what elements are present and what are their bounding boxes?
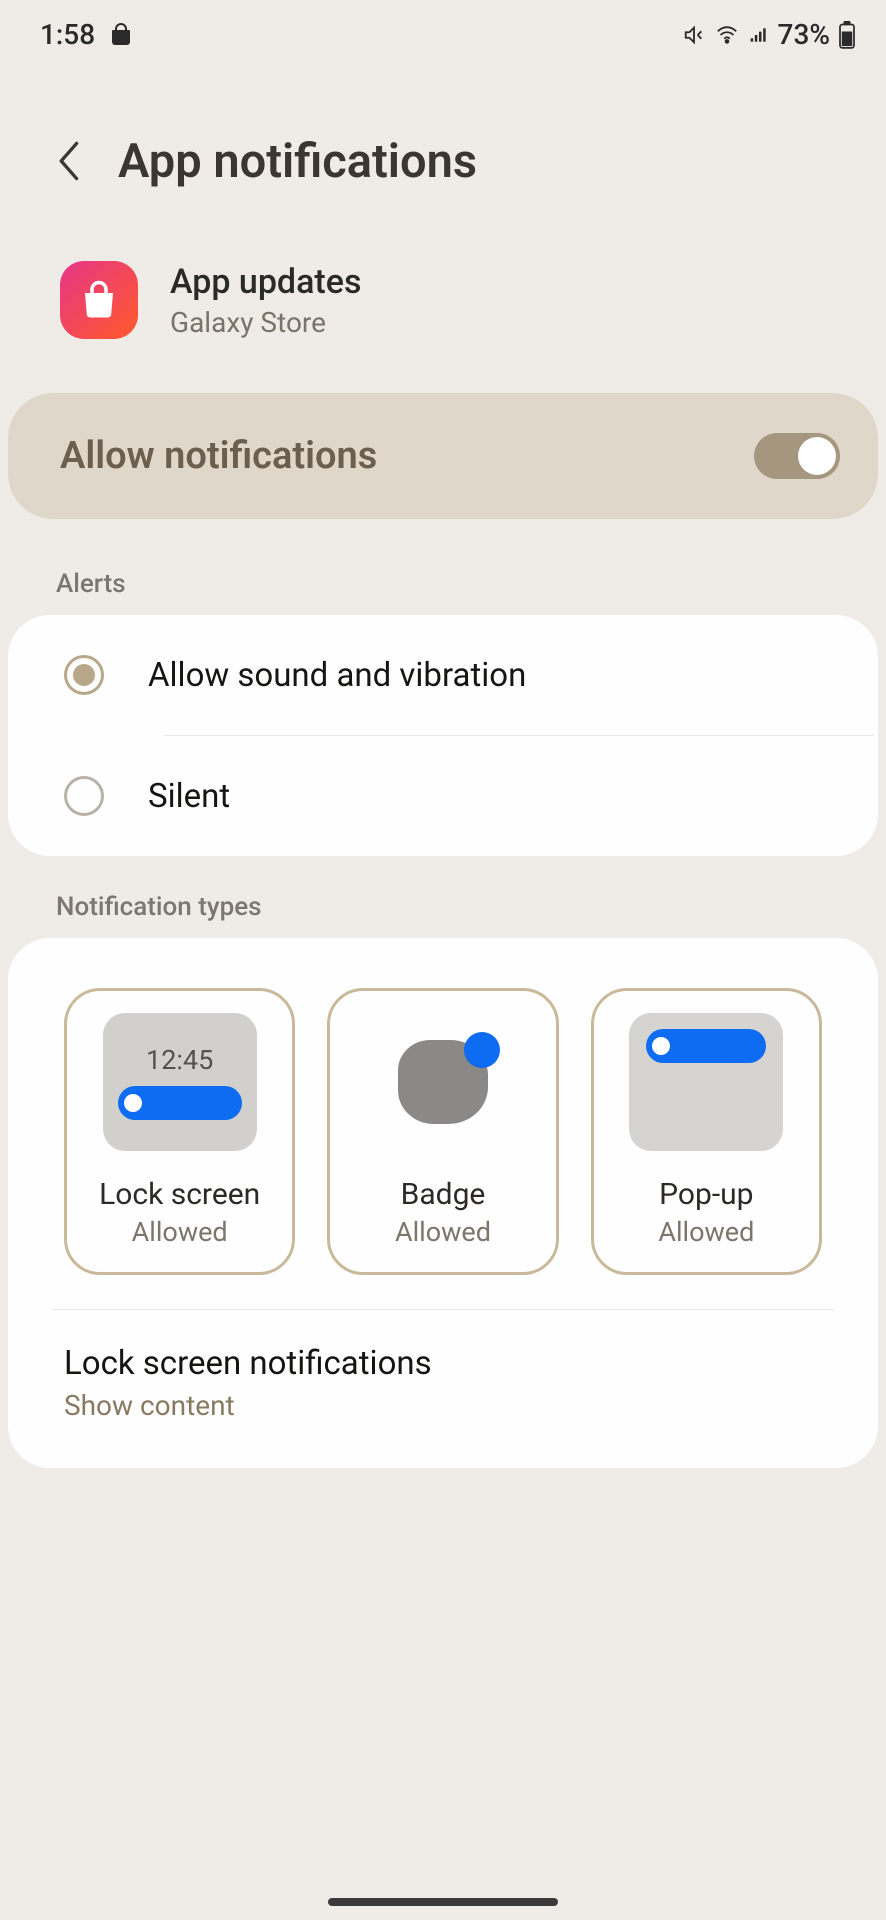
type-popup-title: Pop-up <box>659 1177 753 1212</box>
app-info-row[interactable]: App updates Galaxy Store <box>0 231 886 379</box>
allow-notifications-label: Allow notifications <box>60 434 377 478</box>
radio-unselected-icon <box>64 776 104 816</box>
type-badge-title: Badge <box>401 1177 486 1212</box>
popup-preview-icon <box>629 1013 783 1151</box>
signal-icon <box>748 25 770 45</box>
status-bar: 1:58 73% <box>0 0 886 61</box>
alert-silent-label: Silent <box>148 777 230 816</box>
radio-selected-icon <box>64 655 104 695</box>
alert-option-sound[interactable]: Allow sound and vibration <box>8 615 878 735</box>
type-lockscreen-title: Lock screen <box>99 1177 260 1212</box>
type-popup[interactable]: Pop-up Allowed <box>591 988 822 1275</box>
lockscreen-preview-icon: 12:45 <box>103 1013 257 1151</box>
type-popup-status: Allowed <box>658 1216 754 1248</box>
allow-notifications-row[interactable]: Allow notifications <box>8 393 878 519</box>
type-lockscreen-status: Allowed <box>132 1216 228 1248</box>
app-name: App updates <box>170 262 361 302</box>
type-badge[interactable]: Badge Allowed <box>327 988 558 1275</box>
wifi-icon <box>714 24 740 46</box>
section-alerts-title: Alerts <box>0 533 886 615</box>
status-battery-text: 73% <box>778 18 830 51</box>
alerts-card: Allow sound and vibration Silent <box>8 615 878 856</box>
app-icon <box>60 261 138 339</box>
back-button[interactable] <box>50 131 90 191</box>
lockscreen-notifications-title: Lock screen notifications <box>64 1344 822 1383</box>
type-badge-status: Allowed <box>395 1216 491 1248</box>
section-types-title: Notification types <box>0 856 886 938</box>
header: App notifications <box>0 61 886 231</box>
bag-icon <box>109 23 133 47</box>
allow-notifications-toggle[interactable] <box>754 433 840 479</box>
app-store: Galaxy Store <box>170 306 361 339</box>
status-time: 1:58 <box>40 18 95 51</box>
lockscreen-notifications-row[interactable]: Lock screen notifications Show content <box>8 1310 878 1468</box>
alert-sound-label: Allow sound and vibration <box>148 656 526 695</box>
type-lockscreen[interactable]: 12:45 Lock screen Allowed <box>64 988 295 1275</box>
badge-preview-icon <box>366 1013 520 1151</box>
mute-icon <box>682 24 706 46</box>
types-card: 12:45 Lock screen Allowed Badge Allowed … <box>8 938 878 1468</box>
page-title: App notifications <box>118 134 477 189</box>
nav-indicator[interactable] <box>328 1898 558 1906</box>
battery-icon <box>838 21 856 49</box>
lockscreen-notifications-sub: Show content <box>64 1389 822 1422</box>
alert-option-silent[interactable]: Silent <box>8 736 878 856</box>
